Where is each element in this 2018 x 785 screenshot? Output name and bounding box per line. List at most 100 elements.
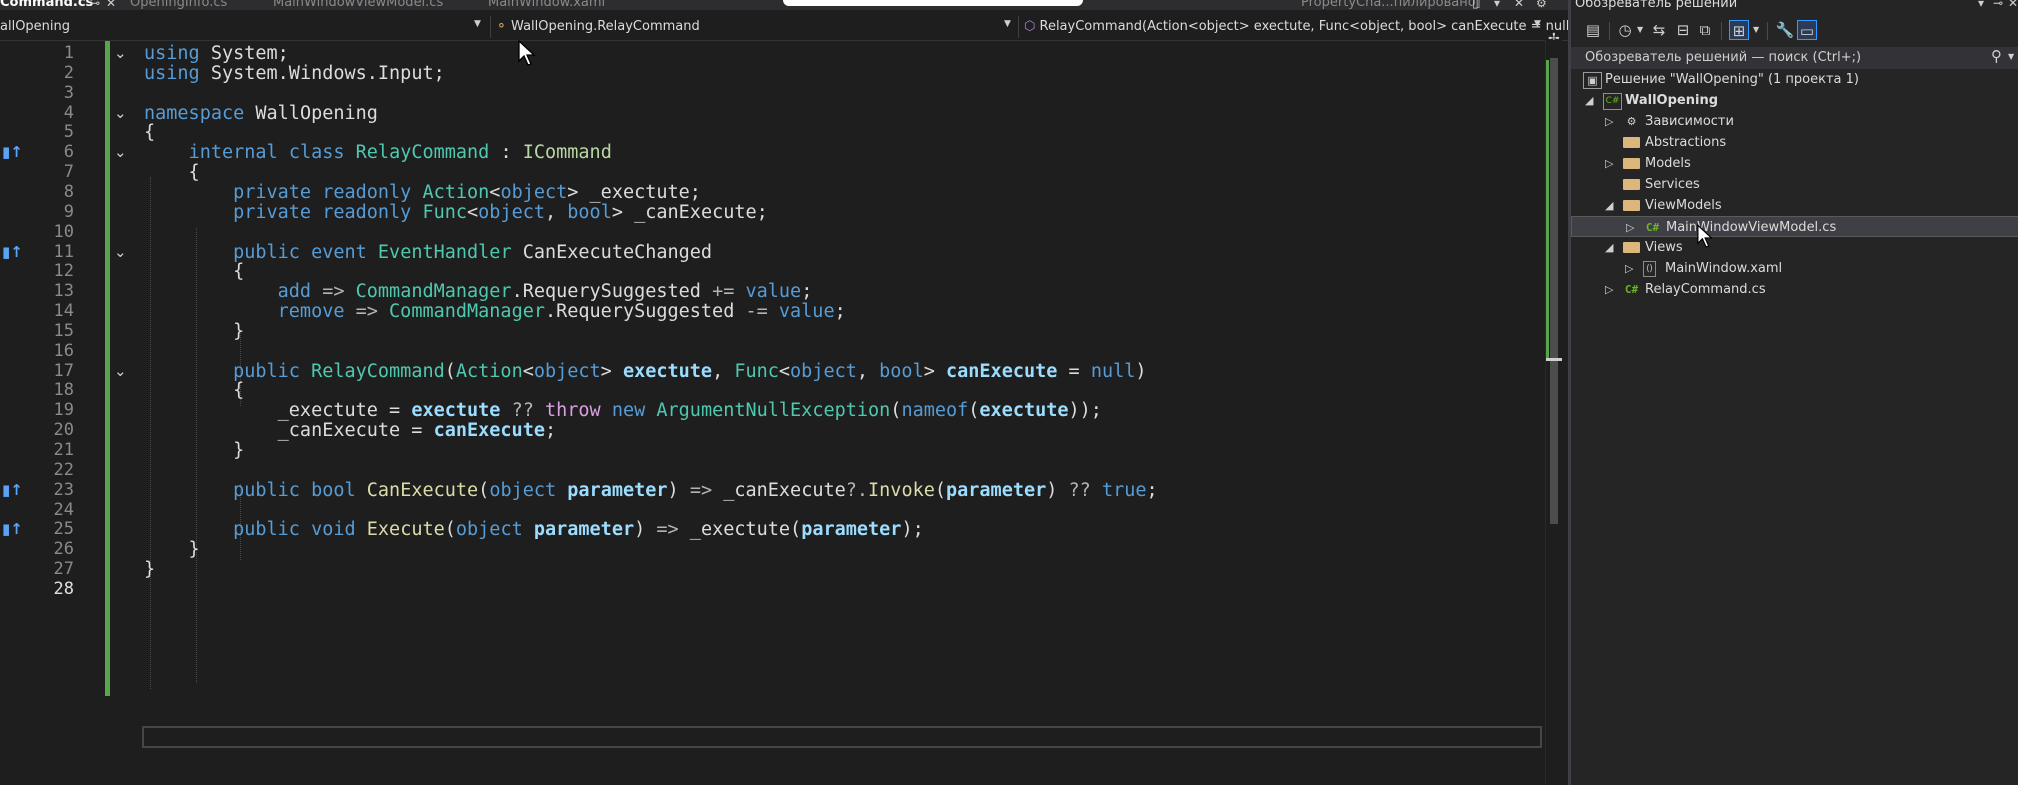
chevron-down-icon[interactable]: ▼: [1534, 19, 1541, 29]
class-icon: ⚬: [496, 19, 507, 34]
tree-item[interactable]: Services: [1571, 174, 2018, 195]
pin-icon[interactable]: ⊸: [1993, 0, 2003, 10]
tree-item-label: Services: [1645, 177, 1700, 192]
expand-arrow-icon[interactable]: ▷: [1605, 153, 1613, 174]
close-tab-icon[interactable]: ✕: [106, 0, 116, 10]
sync-icon[interactable]: ⇆: [1649, 20, 1669, 40]
type-dropdown[interactable]: ⚬ WallOpening.RelayCommand: [496, 17, 700, 37]
folder-icon: [1623, 242, 1640, 253]
recording-overlay-bar: [783, 0, 1083, 6]
expand-arrow-icon[interactable]: ▷: [1626, 217, 1634, 238]
collapse-arrow-icon[interactable]: ◢: [1585, 90, 1593, 111]
csharp-file-icon: C#: [1624, 283, 1639, 296]
tree-item[interactable]: ◢ ViewModels: [1571, 195, 2018, 216]
history-icon[interactable]: ◷: [1615, 20, 1635, 40]
search-placeholder: Обозреватель решений — поиск (Ctrl+;): [1585, 50, 1862, 65]
tab-openinginfo[interactable]: OpeningInfo.cs: [130, 0, 227, 10]
collapse-arrow-icon[interactable]: ◢: [1605, 195, 1613, 216]
tab-mainwindowviewmodel[interactable]: MainWindowViewModel.cs: [273, 0, 443, 10]
tab-mainwindow-xaml[interactable]: MainWindow.xaml: [488, 0, 605, 10]
expand-arrow-icon[interactable]: ▷: [1625, 258, 1633, 279]
collapse-all-icon[interactable]: ⊟: [1673, 20, 1693, 40]
tree-item-label: Решение "WallOpening" (1 проекта 1): [1605, 72, 1859, 87]
tree-item-label: ViewModels: [1645, 198, 1722, 213]
nav-divider: [1018, 16, 1019, 38]
tree-item-label: WallOpening: [1625, 93, 1719, 108]
visual-studio-window: Command.cs ⊸ ✕ OpeningInfo.cs MainWindow…: [0, 0, 2018, 785]
chevron-down-icon[interactable]: ▼: [2008, 52, 2014, 61]
expand-arrow-icon[interactable]: ▷: [1605, 111, 1613, 132]
line-number: 28: [53, 578, 74, 599]
tab-list-dropdown-icon[interactable]: ▾: [1494, 0, 1500, 10]
tree-item-label: Models: [1645, 156, 1691, 171]
tree-item[interactable]: ▷ ⟨⟩ MainWindow.xaml: [1571, 258, 2018, 279]
tree-item[interactable]: ▷ C# MainWindowViewModel.cs: [1571, 216, 2018, 237]
solution-explorer-toolbar: ▤ ◷ ▼ ⇆ ⊟ ⧉ ⊞ ▼ 🔧 ▭: [1571, 16, 2018, 46]
project-dropdown[interactable]: allOpening: [0, 17, 70, 37]
chevron-down-icon[interactable]: ▼: [474, 19, 481, 29]
chevron-down-icon[interactable]: ▼: [1004, 19, 1011, 29]
folder-icon: [1623, 158, 1640, 169]
solution-search-box[interactable]: Обозреватель решений — поиск (Ctrl+;) ⚲ …: [1571, 47, 2018, 69]
mouse-pointer-icon: [518, 40, 536, 66]
search-icon[interactable]: ⚲: [1991, 47, 2002, 65]
tab-propertychanged[interactable]: PropertyCha...пилировано]: [1301, 0, 1481, 10]
tree-item[interactable]: Abstractions: [1571, 132, 2018, 153]
tab-relaycommand[interactable]: Command.cs: [0, 0, 93, 10]
toolbar-divider: [1609, 22, 1610, 40]
settings-gear-icon[interactable]: ⚙: [1536, 0, 1547, 10]
properties-wrench-icon[interactable]: 🔧: [1775, 20, 1795, 40]
navigation-bar: allOpening ▼ ⚬ WallOpening.RelayCommand …: [0, 14, 1574, 47]
tree-item-label: Views: [1645, 240, 1683, 255]
editor-vertical-scrollbar[interactable]: [1545, 40, 1562, 785]
toolbar-divider: [1721, 22, 1722, 40]
tree-item[interactable]: ◢ Views: [1571, 237, 2018, 258]
tree-item-label: MainWindowViewModel.cs: [1666, 220, 1837, 235]
close-all-icon[interactable]: ✕: [1514, 0, 1524, 10]
tree-item[interactable]: ▷ Models: [1571, 153, 2018, 174]
pin-tab-icon[interactable]: ⊸: [90, 0, 100, 10]
folder-icon: [1623, 137, 1640, 148]
folder-icon: [1623, 200, 1640, 211]
solution-icon: ▣: [1583, 72, 1602, 89]
filter-icon[interactable]: ⊞: [1729, 20, 1749, 40]
panel-title: Обозреватель решений: [1575, 0, 1738, 11]
member-dropdown[interactable]: ⬡ RelayCommand(Action<object> exectute, …: [1024, 17, 1574, 37]
chevron-down-icon[interactable]: ▼: [1637, 25, 1643, 34]
solution-explorer-panel: Обозреватель решений ▾ ⊸ ✕ ▤ ◷ ▼ ⇆ ⊟ ⧉ ⊞…: [1568, 0, 2018, 785]
collapse-arrow-icon[interactable]: ◢: [1605, 237, 1613, 258]
folder-icon: [1623, 179, 1640, 190]
tree-item-label: Abstractions: [1645, 135, 1727, 150]
type-dropdown-label: WallOpening.RelayCommand: [511, 19, 700, 34]
document-tab-bar: Command.cs ⊸ ✕ OpeningInfo.cs MainWindow…: [0, 0, 1568, 10]
code-line[interactable]: 28: [0, 577, 1545, 603]
code-editor-pane: Command.cs ⊸ ✕ OpeningInfo.cs MainWindow…: [0, 0, 1574, 785]
code-text-area[interactable]: 1 ⌄ using System; 2 using System.Windows.Inp…: [0, 40, 1568, 785]
tree-item[interactable]: ◢ C# WallOpening: [1571, 90, 2018, 111]
scrollbar-change-marks: [1546, 60, 1549, 360]
expand-arrow-icon[interactable]: ▷: [1605, 279, 1613, 300]
xaml-file-icon: ⟨⟩: [1643, 261, 1656, 277]
preview-selected-icon[interactable]: ▭: [1797, 20, 1817, 40]
tree-item[interactable]: ▣ Решение "WallOpening" (1 проекта 1): [1571, 69, 2018, 90]
toolbar-divider: [1767, 22, 1768, 40]
scrollbar-thumb[interactable]: [1550, 58, 1558, 524]
tree-item-label: Зависимости: [1645, 114, 1734, 129]
csharp-file-icon: C#: [1645, 221, 1660, 234]
close-icon[interactable]: ✕: [2008, 0, 2018, 10]
dependencies-icon: ⚙: [1626, 115, 1637, 128]
show-all-files-icon[interactable]: ⧉: [1695, 20, 1715, 40]
preview-tab-icon[interactable]: ▯: [1472, 0, 1479, 10]
tree-item-label: MainWindow.xaml: [1665, 261, 1783, 276]
current-line-highlight: [142, 726, 1542, 748]
dropdown-icon[interactable]: ▾: [1978, 0, 1984, 10]
csharp-project-icon: C#: [1603, 93, 1622, 110]
method-icon: ⬡: [1024, 19, 1036, 34]
scrollbar-caret-mark: [1546, 358, 1562, 361]
tree-item[interactable]: ▷ C# RelayCommand.cs: [1571, 279, 2018, 300]
chevron-down-icon[interactable]: ▼: [1753, 25, 1759, 34]
nav-divider: [490, 16, 491, 38]
tree-item[interactable]: ▷ ⚙ Зависимости: [1571, 111, 2018, 132]
tree-item-label: RelayCommand.cs: [1645, 282, 1766, 297]
switch-views-icon[interactable]: ▤: [1583, 20, 1603, 40]
